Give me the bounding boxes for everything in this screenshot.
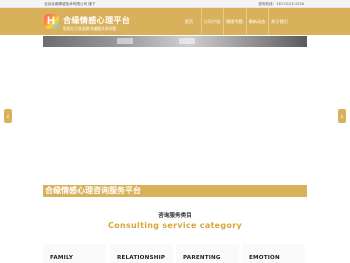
chevron-left-icon: ‹ <box>6 111 10 121</box>
platform-banner-title: 合缘情感心理咨询服务平台 <box>45 186 141 195</box>
service-card-label: FAMILY <box>50 255 74 261</box>
nav-item-news[interactable]: 最新动态 <box>245 8 268 35</box>
banner-glare <box>179 38 195 44</box>
nav-item-about[interactable]: 关于我们 <box>268 8 290 35</box>
brand-subtitle: 帮助亿万家庭解决婚姻关系问题 <box>63 26 117 31</box>
chevron-right-icon: › <box>340 111 344 121</box>
main-nav: 首页 公司介绍 情感专题 最新动态 关于我们 <box>178 8 291 35</box>
brand-title: 合缘情感心理平台 <box>63 15 131 25</box>
service-card-emotion[interactable]: EMOTION <box>242 244 305 263</box>
carousel-next-button[interactable]: › <box>338 109 346 123</box>
nav-item-home[interactable]: 首页 <box>178 8 200 35</box>
banner-glare <box>117 38 133 44</box>
company-notice: 北京合缘情感技术有限公司 旗下 <box>44 2 96 6</box>
service-card-label: EMOTION <box>249 255 280 261</box>
nav-item-topics[interactable]: 情感专题 <box>223 8 245 35</box>
service-card-relationship[interactable]: RELATIONSHIP <box>110 244 173 263</box>
carousel-prev-button[interactable]: ‹ <box>4 109 12 123</box>
hero-banner-image <box>43 36 307 47</box>
top-info-bar: 北京合缘情感技术有限公司 旗下 咨询热线：187-0123-1234 <box>0 0 350 8</box>
hotline-text: 咨询热线：187-0123-1234 <box>258 2 304 6</box>
service-card-label: RELATIONSHIP <box>117 255 166 261</box>
service-card-label: PARENTING <box>183 255 221 261</box>
platform-banner: 合缘情感心理咨询服务平台 <box>43 185 307 197</box>
nav-item-company[interactable]: 公司介绍 <box>200 8 223 35</box>
service-card-parenting[interactable]: PARENTING <box>176 244 239 263</box>
service-category-list: FAMILY RELATIONSHIP PARENTING EMOTION <box>43 244 307 263</box>
brand-logo-icon[interactable]: H <box>44 14 59 29</box>
services-subtitle: Consulting service category <box>108 221 242 230</box>
services-title: 咨询服务类目 <box>158 213 192 219</box>
site-header: H 合缘情感心理平台 帮助亿万家庭解决婚姻关系问题 <box>0 8 350 35</box>
service-card-family[interactable]: FAMILY <box>43 244 106 263</box>
